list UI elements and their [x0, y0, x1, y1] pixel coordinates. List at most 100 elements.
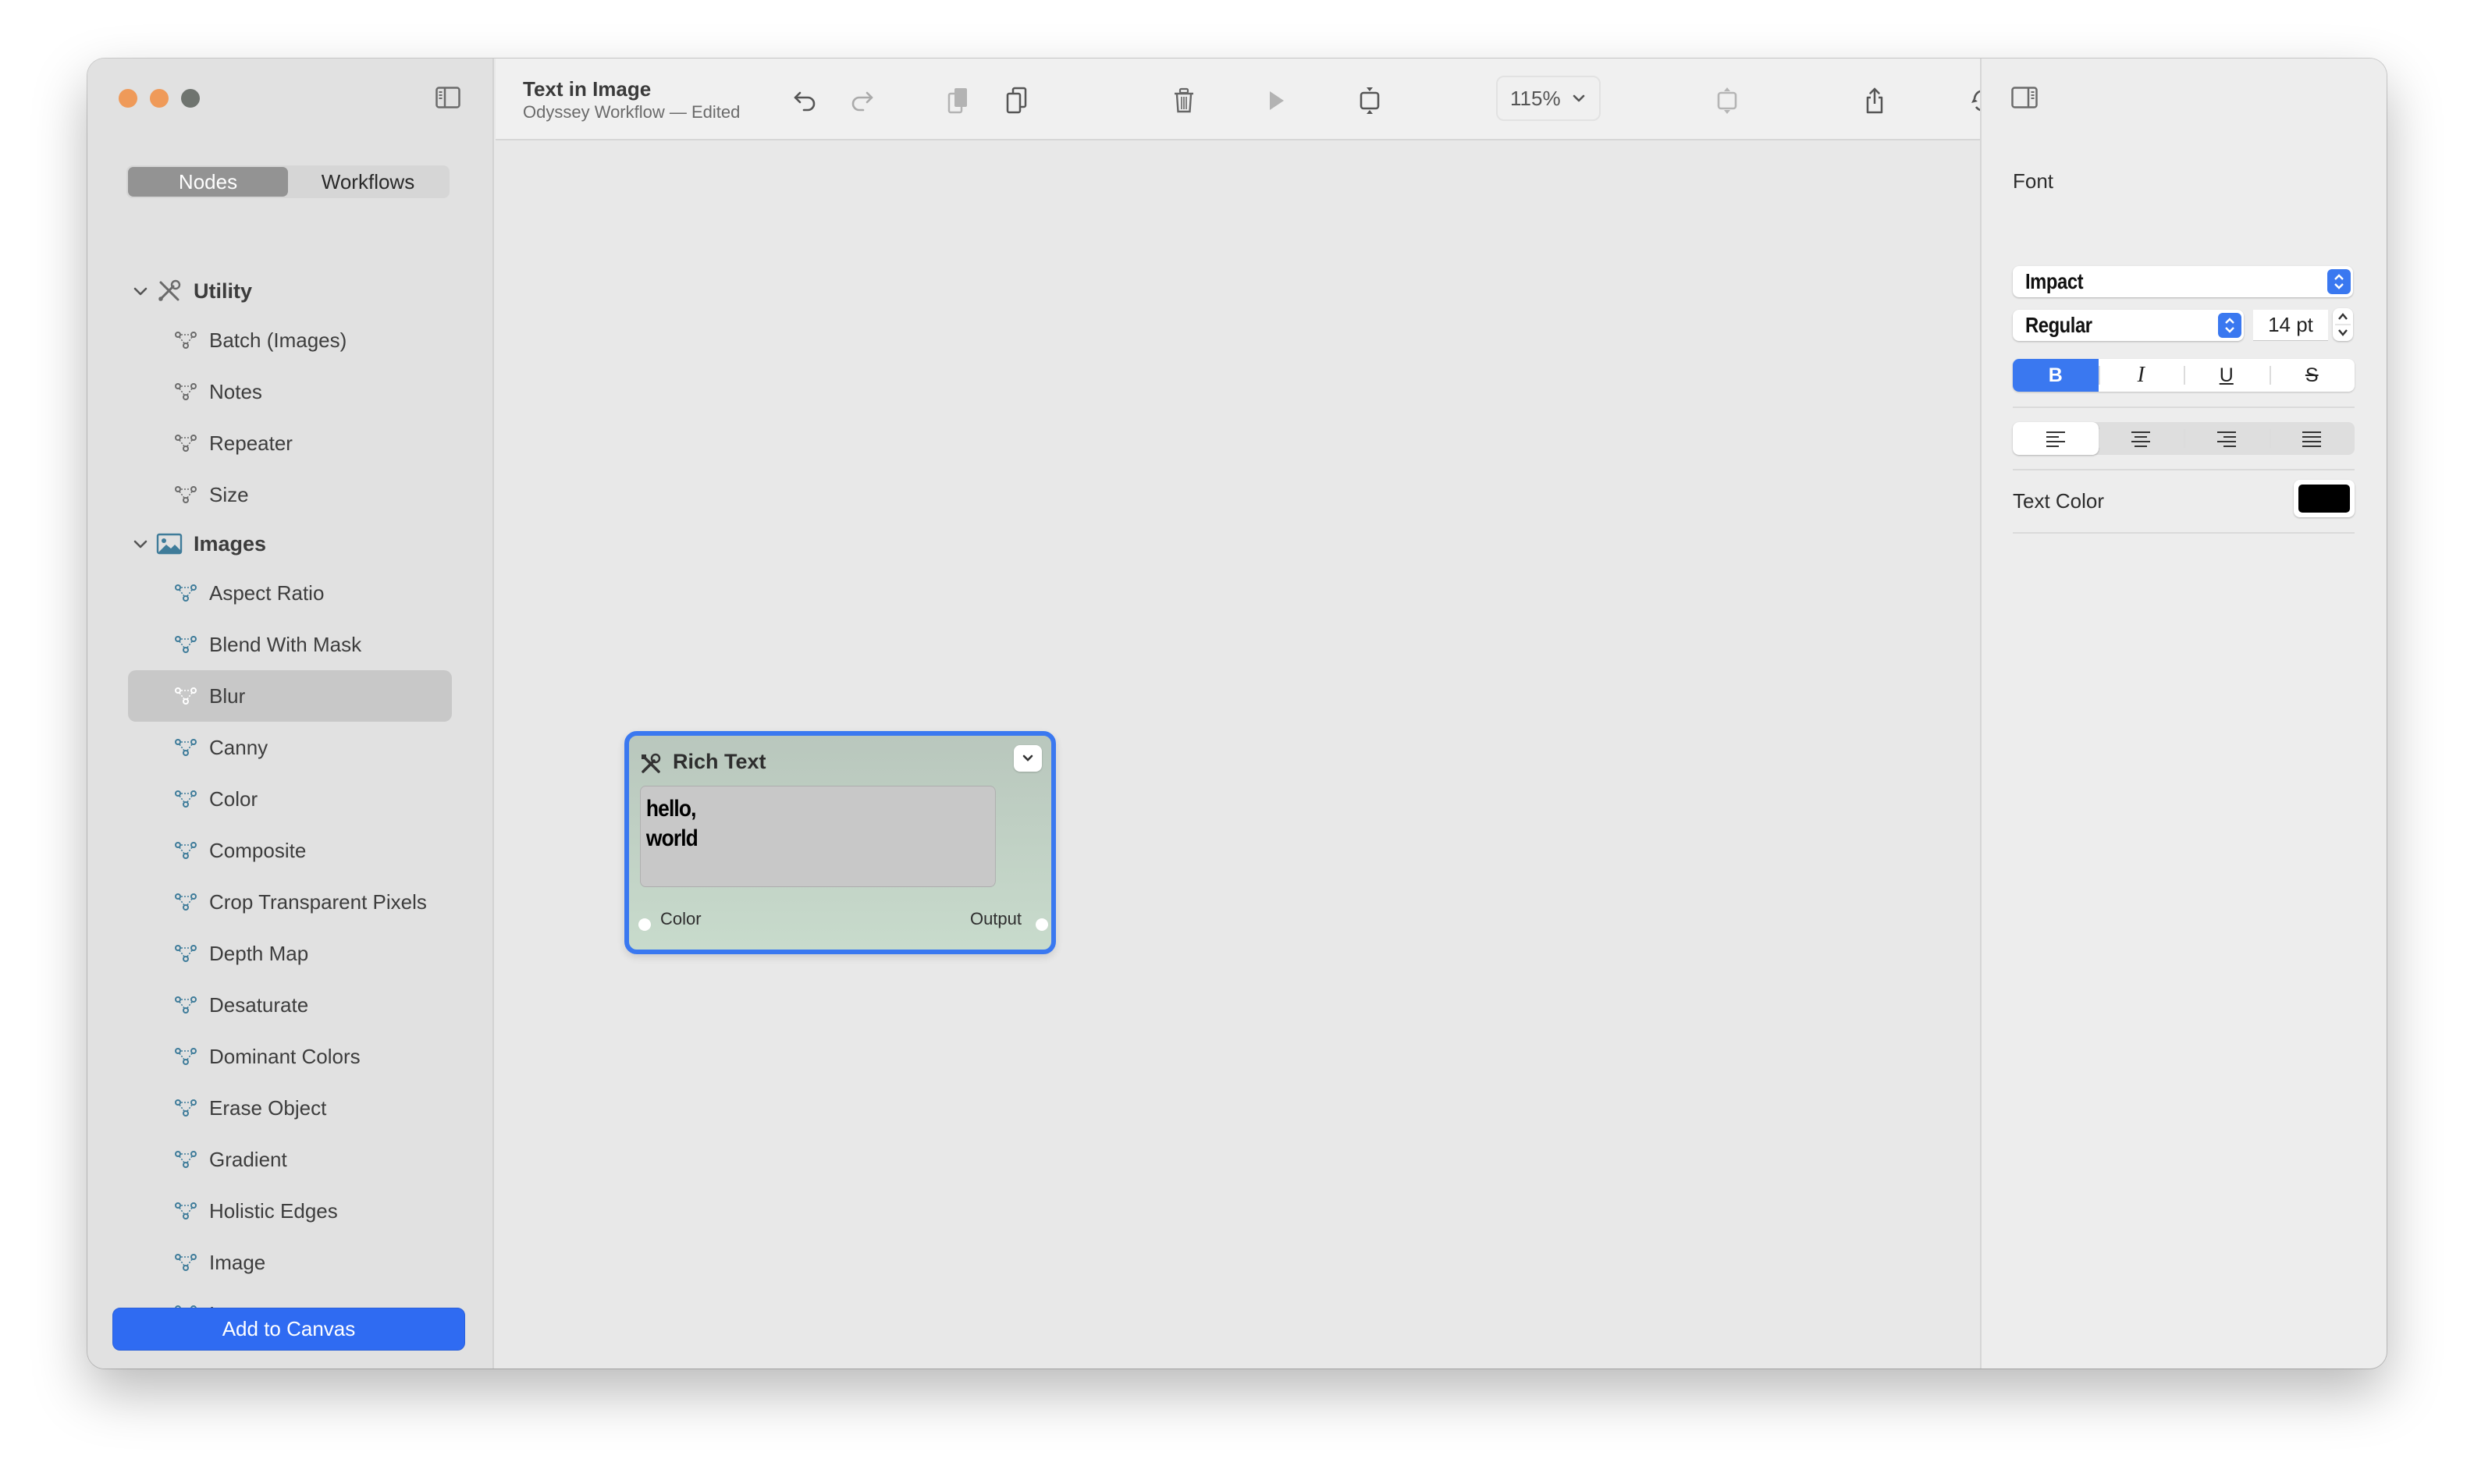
close-button[interactable] [119, 89, 137, 108]
chevron-down-icon [133, 540, 148, 549]
text-color-swatch [2298, 485, 2350, 513]
fit-vertical-icon [1360, 87, 1380, 114]
align-left-icon [2046, 431, 2065, 447]
trash-icon [1175, 87, 1193, 113]
tab-nodes[interactable]: Nodes [128, 167, 288, 197]
delete-button[interactable] [1168, 85, 1200, 116]
sidebar-item-desaturate[interactable]: Desaturate [128, 979, 452, 1031]
node-graph-icon [175, 1254, 197, 1271]
align-center-button[interactable] [2098, 422, 2184, 455]
paste-button[interactable] [1001, 85, 1033, 116]
workflow-canvas[interactable]: Rich Text hello, world Color Output [496, 142, 1980, 1369]
sidebar-item-holistic-edges[interactable]: Holistic Edges [128, 1185, 452, 1237]
sidebar-item-label: Color [209, 786, 258, 811]
sidebar-item-erase-object[interactable]: Erase Object [128, 1082, 452, 1134]
sidebar-item-composite[interactable]: Composite [128, 825, 452, 876]
node-tree: Utility Batch (Images) Notes Repeater Size Im… [87, 268, 492, 1340]
sidebar-item-crop-transparent-pixels[interactable]: Crop Transparent Pixels [128, 876, 452, 928]
sidebar-item-canny[interactable]: Canny [128, 722, 452, 773]
font-family-popup[interactable]: Impact [2013, 266, 2353, 297]
share-button[interactable] [1859, 85, 1890, 116]
node-graph-icon [175, 435, 197, 452]
font-size-stepper[interactable] [2333, 308, 2353, 341]
align-justify-button[interactable] [2269, 422, 2355, 455]
duplicate-button[interactable] [943, 85, 974, 116]
sidebar-item-repeater[interactable]: Repeater [128, 417, 452, 469]
strikethrough-button[interactable]: S [2269, 359, 2355, 392]
node-collapse-button[interactable] [1014, 745, 1042, 772]
sidebar-item-label: Canny [209, 735, 268, 759]
sidebar-item-gradient[interactable]: Gradient [128, 1134, 452, 1185]
node-graph-icon [175, 893, 197, 911]
font-style-value: Regular [2025, 313, 2092, 337]
redo-button[interactable] [846, 85, 877, 116]
divider [2013, 407, 2355, 408]
input-port-color[interactable] [638, 918, 651, 931]
sidebar-right-icon [2011, 87, 2038, 108]
sidebar-item-blend-with-mask[interactable]: Blend With Mask [128, 619, 452, 670]
text-color-well[interactable] [2294, 480, 2355, 517]
sidebar-toggle-button[interactable] [435, 87, 460, 108]
font-family-value: Impact [2025, 269, 2084, 293]
node-graph-icon [175, 486, 197, 503]
sidebar-left-icon [435, 87, 460, 108]
run-button[interactable] [1260, 85, 1292, 116]
output-port[interactable] [1036, 918, 1048, 931]
align-right-icon [2216, 431, 2236, 447]
align-center-icon [2131, 431, 2151, 447]
rich-text-node[interactable]: Rich Text hello, world Color Output [624, 731, 1056, 954]
minimize-button[interactable] [150, 89, 169, 108]
bold-button[interactable]: B [2013, 359, 2099, 392]
underline-button[interactable]: U [2184, 359, 2270, 392]
add-to-canvas-button[interactable]: Add to Canvas [112, 1308, 465, 1351]
sidebar-item-dominant-colors[interactable]: Dominant Colors [128, 1031, 452, 1082]
center-canvas-button[interactable] [1712, 85, 1743, 116]
undo-icon [794, 91, 816, 112]
sidebar-item-label: Depth Map [209, 941, 309, 965]
sidebar-item-label: Notes [209, 379, 262, 403]
group-header-images[interactable]: Images [87, 520, 492, 567]
zoom-button[interactable] [181, 89, 200, 108]
zoom-level-dropdown[interactable]: 115% [1496, 76, 1601, 121]
font-size-field[interactable]: 14 pt [2253, 310, 2328, 341]
sidebar-item-label: Dominant Colors [209, 1044, 361, 1068]
sidebar-item-image[interactable]: Image [128, 1237, 452, 1288]
sidebar-item-depth-map[interactable]: Depth Map [128, 928, 452, 979]
align-left-button[interactable] [2013, 422, 2099, 455]
tab-workflows[interactable]: Workflows [288, 167, 448, 197]
undo-button[interactable] [790, 85, 821, 116]
group-header-utility[interactable]: Utility [87, 268, 492, 314]
node-graph-icon [175, 1151, 197, 1168]
sidebar-item-color[interactable]: Color [128, 773, 452, 825]
wrench-screwdriver-icon [642, 753, 661, 773]
inspector-toggle-button[interactable] [2011, 87, 2038, 108]
text-style-segmented: B I U S [2013, 359, 2355, 392]
group-label: Utility [194, 279, 253, 303]
input-port-label: Color [660, 909, 702, 928]
paste-icon [1006, 87, 1027, 114]
sidebar-item-batch-images[interactable]: Batch (Images) [128, 314, 452, 366]
sidebar-item-label: Batch (Images) [209, 328, 347, 352]
align-right-button[interactable] [2184, 422, 2270, 455]
node-graph-icon [175, 790, 197, 808]
fit-to-content-button[interactable] [1354, 85, 1385, 116]
sidebar-item-label: Size [209, 482, 249, 506]
sidebar-item-notes[interactable]: Notes [128, 366, 452, 417]
sidebar-item-size[interactable]: Size [128, 469, 452, 520]
wrench-screwdriver-icon [158, 279, 181, 301]
rich-text-editor[interactable]: hello, world [640, 786, 996, 887]
font-style-popup[interactable]: Regular [2013, 310, 2244, 341]
sidebar-item-blur[interactable]: Blur [128, 670, 452, 722]
toolbar: Text in Image Odyssey Workflow — Edited … [496, 59, 2041, 140]
output-port-label: Output [969, 909, 1022, 928]
redo-icon [851, 91, 873, 112]
node-graph-icon [175, 1099, 197, 1117]
center-vertical-icon [1717, 87, 1737, 114]
italic-button[interactable]: I [2098, 359, 2184, 392]
sidebar-item-aspect-ratio[interactable]: Aspect Ratio [128, 567, 452, 619]
duplicate-icon [947, 88, 967, 114]
traffic-lights [119, 89, 200, 108]
node-graph-icon [175, 739, 197, 756]
node-graph-icon [175, 687, 197, 705]
node-graph-icon [175, 842, 197, 859]
